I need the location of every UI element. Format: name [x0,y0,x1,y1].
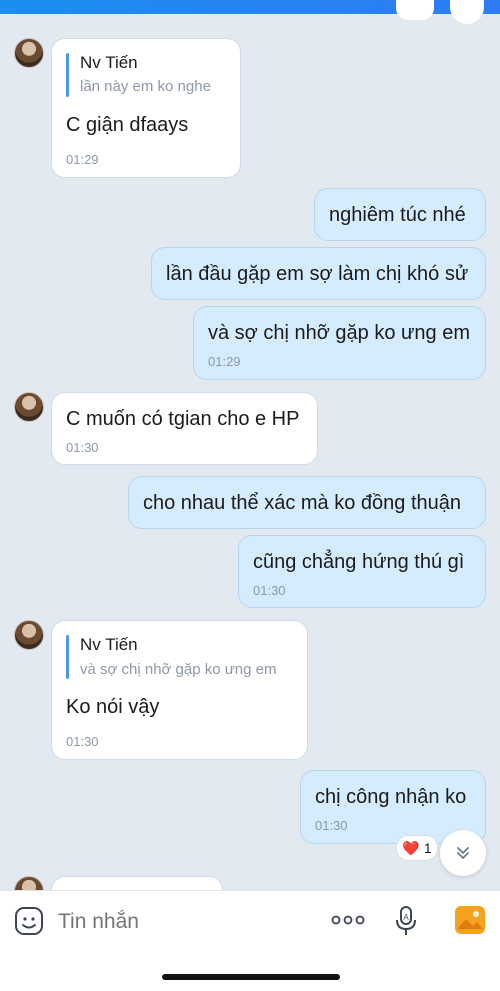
message-text: cho nhau thể xác mà ko đồng thuận [143,492,462,514]
more-icon[interactable] [331,913,365,927]
scroll-to-bottom-button[interactable] [440,830,486,876]
avatar[interactable] [14,38,44,68]
outgoing-message-bubble[interactable]: lần đầu gặp em sợ làm chị khó sử [151,247,486,300]
quote-bar [66,53,69,97]
incoming-message-bubble[interactable]: Nv Tiến lần này em ko nghe C giận dfaays… [51,38,241,178]
outgoing-message-bubble[interactable]: cũng chẳng hứng thú gì 01:30 [238,535,486,608]
message-text: và sợ chị nhỡ gặp ko ưng em [208,322,470,344]
message-text: cũng chẳng hứng thú gì [253,551,465,573]
microphone-icon[interactable]: A [394,905,418,937]
message-time: 01:29 [66,152,99,167]
quote-text: và sợ chị nhỡ gặp ko ưng em [80,661,277,678]
image-icon[interactable] [454,905,486,935]
svg-text:A: A [403,913,409,922]
quote-author: Nv Tiến [80,635,138,654]
message-text: nghiêm túc nhé [329,204,466,226]
heart-icon: ❤️ [402,839,420,856]
quote-text: lần này em ko nghe [80,78,211,95]
outgoing-message-bubble[interactable]: cho nhau thể xác mà ko đồng thuận [128,476,486,529]
reaction-badge[interactable]: ❤️ 1 [396,835,438,861]
avatar[interactable] [14,392,44,422]
incoming-message-bubble[interactable]: Nv Tiến và sợ chị nhỡ gặp ko ưng em Ko n… [51,620,308,760]
message-time: 01:30 [315,818,348,833]
top-reaction-partial [396,0,434,20]
message-text: C muốn có tgian cho e HP [66,408,300,430]
message-text: C giận dfaays [66,114,189,136]
message-text: Ko nói vậy [66,696,160,718]
quote-bar [66,635,69,679]
message-time: 01:29 [208,354,241,369]
outgoing-message-bubble[interactable]: và sợ chị nhỡ gặp ko ưng em 01:29 [193,306,486,380]
outgoing-message-bubble[interactable]: nghiêm túc nhé [314,188,486,241]
message-input[interactable] [56,905,310,939]
home-indicator [162,974,340,980]
message-time: 01:30 [66,734,99,749]
message-text: lần đầu gặp em sợ làm chị khó sử [166,263,469,285]
sticker-icon[interactable] [14,906,44,936]
reaction-count: 1 [423,840,432,856]
incoming-message-bubble[interactable]: C muốn có tgian cho e HP 01:30 [51,392,318,465]
chevron-double-down-icon [457,847,469,859]
top-scroll-button-partial[interactable] [450,0,484,24]
message-time: 01:30 [66,440,99,455]
message-text: chị công nhận ko [315,786,467,808]
message-time: 01:30 [253,583,286,598]
quote-author: Nv Tiến [80,53,138,72]
avatar[interactable] [14,620,44,650]
